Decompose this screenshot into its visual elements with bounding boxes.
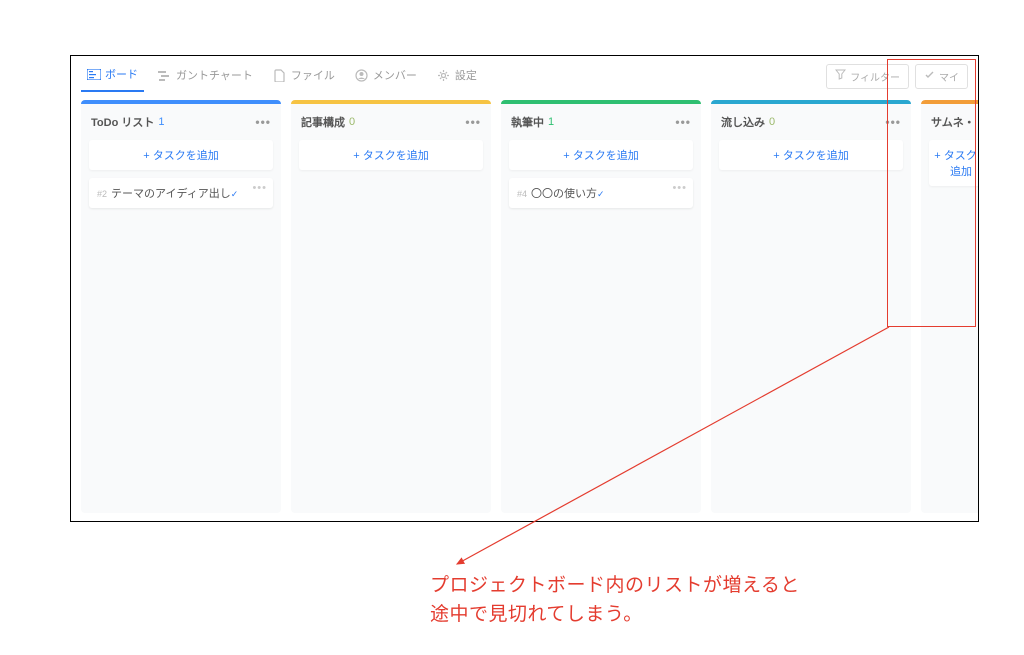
tab-members-label: メンバー — [373, 67, 417, 83]
tab-board[interactable]: ボード — [81, 60, 144, 92]
task-card[interactable]: #4 〇〇の使い方 ••• ✓ — [509, 178, 693, 208]
kanban-board: ToDo リスト 1 ••• + タスクを追加 #2 テーマのアイディア出し ••• ✓ 記事構… — [71, 92, 978, 521]
tab-members[interactable]: メンバー — [349, 61, 423, 91]
column-title: 執筆中 — [511, 114, 544, 130]
column-title: 記事構成 — [301, 114, 345, 130]
tab-gantt[interactable]: ガントチャート — [152, 61, 259, 91]
kanban-column: サムネ・ + タスクを追加 — [921, 100, 979, 513]
check-icon: ✓ — [597, 189, 605, 200]
check-icon — [924, 69, 935, 83]
column-count: 0 — [769, 116, 775, 128]
kanban-column: 流し込み 0 ••• + タスクを追加 — [711, 100, 911, 513]
annotation-line-2: 途中で見切れてしまう。 — [430, 601, 800, 630]
task-card[interactable]: #2 テーマのアイディア出し ••• ✓ — [89, 178, 273, 208]
kanban-column: ToDo リスト 1 ••• + タスクを追加 #2 テーマのアイディア出し ••• ✓ — [81, 100, 281, 513]
card-more-icon[interactable]: ••• — [672, 182, 687, 194]
members-icon — [355, 69, 369, 81]
column-more-icon[interactable]: ••• — [465, 115, 481, 129]
column-header[interactable]: ToDo リスト 1 ••• — [81, 104, 281, 134]
column-title: ToDo リスト — [91, 114, 154, 130]
add-task-button[interactable]: + タスクを追加 — [89, 140, 273, 170]
app-frame: ボード ガントチャート ファイル メンバー — [70, 55, 979, 522]
tab-file[interactable]: ファイル — [267, 61, 341, 91]
annotation-text: プロジェクトボード内のリストが増えると 途中で見切れてしまう。 — [430, 572, 800, 629]
tab-settings[interactable]: 設定 — [431, 61, 483, 91]
column-count: 1 — [548, 116, 554, 128]
filter-button[interactable]: フィルター — [826, 64, 909, 89]
card-title: 〇〇の使い方 — [531, 188, 597, 200]
check-icon: ✓ — [231, 189, 239, 200]
kanban-column: 執筆中 1 ••• + タスクを追加 #4 〇〇の使い方 ••• ✓ — [501, 100, 701, 513]
column-more-icon[interactable]: ••• — [675, 115, 691, 129]
toolbar: ボード ガントチャート ファイル メンバー — [71, 56, 978, 92]
tab-gantt-label: ガントチャート — [176, 67, 253, 83]
add-task-button[interactable]: + タスクを追加 — [929, 140, 979, 186]
add-task-button[interactable]: + タスクを追加 — [509, 140, 693, 170]
gantt-icon — [158, 69, 172, 81]
gear-icon — [437, 69, 451, 81]
column-header[interactable]: 執筆中 1 ••• — [501, 104, 701, 134]
tab-board-label: ボード — [105, 66, 138, 82]
column-title: 流し込み — [721, 114, 765, 130]
column-header[interactable]: 流し込み 0 ••• — [711, 104, 911, 134]
board-icon — [87, 68, 101, 80]
filter-icon — [835, 69, 846, 83]
mytask-label: マイ — [939, 69, 959, 84]
column-title: サムネ・ — [931, 114, 975, 130]
tab-file-label: ファイル — [291, 67, 335, 83]
mytask-button[interactable]: マイ — [915, 64, 968, 89]
add-task-button[interactable]: + タスクを追加 — [719, 140, 903, 170]
column-header[interactable]: 記事構成 0 ••• — [291, 104, 491, 134]
tab-settings-label: 設定 — [455, 67, 477, 83]
filter-label: フィルター — [850, 69, 900, 84]
add-task-button[interactable]: + タスクを追加 — [299, 140, 483, 170]
file-icon — [273, 69, 287, 81]
column-count: 1 — [158, 116, 164, 128]
card-id: #4 — [517, 189, 527, 199]
annotation-line-1: プロジェクトボード内のリストが増えると — [430, 572, 800, 601]
column-more-icon[interactable]: ••• — [255, 115, 271, 129]
column-more-icon[interactable]: ••• — [885, 115, 901, 129]
card-id: #2 — [97, 189, 107, 199]
column-header[interactable]: サムネ・ — [921, 104, 979, 134]
kanban-column: 記事構成 0 ••• + タスクを追加 — [291, 100, 491, 513]
card-more-icon[interactable]: ••• — [252, 182, 267, 194]
card-title: テーマのアイディア出し — [111, 188, 231, 200]
column-count: 0 — [349, 116, 355, 128]
